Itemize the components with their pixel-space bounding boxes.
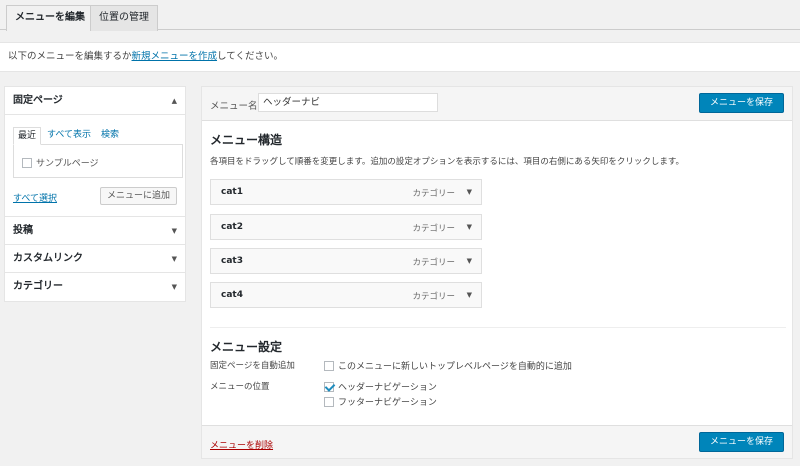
select-all-link[interactable]: すべて選択 (13, 191, 57, 204)
expand-down-icon: ▼ (171, 255, 177, 263)
accordion-categories-title: カテゴリー (13, 281, 63, 292)
location-footer-option: フッターナビゲーション (324, 395, 437, 408)
save-menu-button-bottom[interactable]: メニューを保存 (698, 432, 784, 452)
header-nav-checkbox[interactable] (324, 381, 334, 392)
menu-item-type: カテゴリー (412, 224, 455, 234)
tab-search[interactable]: 検索 (101, 127, 119, 145)
menu-name-input[interactable]: ヘッダーナビ (258, 93, 438, 112)
accordion-custom-links-title: カスタムリンク (13, 253, 83, 264)
save-menu-button-top[interactable]: メニューを保存 (698, 93, 784, 113)
sample-page-label: サンプルページ (36, 159, 99, 169)
tab-manage-locations[interactable]: 位置の管理 (90, 5, 158, 31)
menu-footer-bar: メニューを削除 メニューを保存 (202, 425, 792, 458)
menu-item-cat2[interactable]: cat2 カテゴリー ▼ (210, 214, 482, 240)
menu-item-type: カテゴリー (412, 189, 455, 199)
create-new-menu-link[interactable]: 新規メニューを作成 (132, 51, 218, 62)
nav-tab-bar: メニューを編集 位置の管理 (0, 0, 800, 31)
menu-structure-description: 各項目をドラッグして順番を変更します。追加の設定オプションを表示するには、項目の… (210, 157, 685, 167)
tab-edit-menus[interactable]: メニューを編集 (6, 5, 94, 31)
expand-down-icon[interactable]: ▼ (467, 223, 472, 231)
expand-down-icon: ▼ (171, 227, 177, 235)
tab-recent[interactable]: 最近 (13, 127, 42, 145)
menu-header-bar: メニュー名 ヘッダーナビ メニューを保存 (202, 87, 792, 121)
menu-location-label: メニューの位置 (210, 382, 270, 392)
header-nav-label: ヘッダーナビゲーション (338, 383, 437, 393)
notice-text-before: 以下のメニューを編集するか (8, 51, 132, 62)
menu-item-type: カテゴリー (412, 292, 455, 302)
footer-nav-label: フッターナビゲーション (338, 398, 437, 408)
menu-item-type: カテゴリー (412, 258, 455, 268)
pages-tab-bar: 最近 すべて表示 検索 (13, 127, 183, 145)
auto-add-pages-label: 固定ページを自動追加 (210, 361, 295, 371)
menu-item-title: cat2 (221, 222, 243, 232)
menu-item-cat1[interactable]: cat1 カテゴリー ▼ (210, 179, 482, 205)
manage-menus-notice: 以下のメニューを編集するか新規メニューを作成してください。 (0, 42, 800, 72)
accordion-categories-header[interactable]: カテゴリー ▼ (5, 273, 185, 301)
menu-item-title: cat1 (221, 187, 243, 197)
auto-add-pages-option: このメニューに新しいトップレベルページを自動的に追加 (324, 359, 572, 372)
delete-menu-link[interactable]: メニューを削除 (210, 438, 273, 451)
accordion-posts-title: 投稿 (13, 225, 33, 236)
menu-item-title: cat4 (221, 290, 243, 300)
menu-structure-title: メニュー構造 (210, 133, 283, 147)
menu-settings-title: メニュー設定 (210, 340, 283, 354)
collapse-up-icon: ▲ (171, 97, 177, 105)
location-header-option: ヘッダーナビゲーション (324, 380, 437, 393)
accordion-custom-links-header[interactable]: カスタムリンク ▼ (5, 245, 185, 273)
section-divider (210, 327, 786, 328)
tab-view-all[interactable]: すべて表示 (47, 127, 91, 145)
list-item: サンプルページ (22, 156, 99, 169)
expand-down-icon[interactable]: ▼ (467, 257, 472, 265)
menu-name-label: メニュー名 (210, 101, 258, 112)
notice-text-after: してください。 (217, 51, 283, 62)
expand-down-icon[interactable]: ▼ (467, 188, 472, 196)
menu-item-cat4[interactable]: cat4 カテゴリー ▼ (210, 282, 482, 308)
sample-page-checkbox[interactable] (22, 157, 32, 168)
expand-down-icon[interactable]: ▼ (467, 291, 472, 299)
add-menu-items-panel: 固定ページ ▲ 最近 すべて表示 検索 サンプルページ すべて選択 メニューに追… (4, 86, 186, 302)
menu-item-title: cat3 (221, 256, 243, 266)
accordion-pages-title: 固定ページ (13, 95, 63, 106)
auto-add-pages-option-label: このメニューに新しいトップレベルページを自動的に追加 (338, 362, 572, 372)
pages-checklist: サンプルページ (13, 144, 183, 178)
accordion-pages-body: 最近 すべて表示 検索 サンプルページ すべて選択 メニューに追加 (5, 115, 185, 217)
expand-down-icon: ▼ (171, 283, 177, 291)
accordion-posts-header[interactable]: 投稿 ▼ (5, 217, 185, 245)
menu-item-cat3[interactable]: cat3 カテゴリー ▼ (210, 248, 482, 274)
menu-management-panel: メニュー名 ヘッダーナビ メニューを保存 メニュー構造 各項目をドラッグして順番… (201, 86, 793, 459)
add-to-menu-button[interactable]: メニューに追加 (99, 187, 177, 205)
auto-add-pages-checkbox[interactable] (324, 360, 334, 371)
footer-nav-checkbox[interactable] (324, 396, 334, 407)
accordion-pages-header[interactable]: 固定ページ ▲ (5, 87, 185, 115)
